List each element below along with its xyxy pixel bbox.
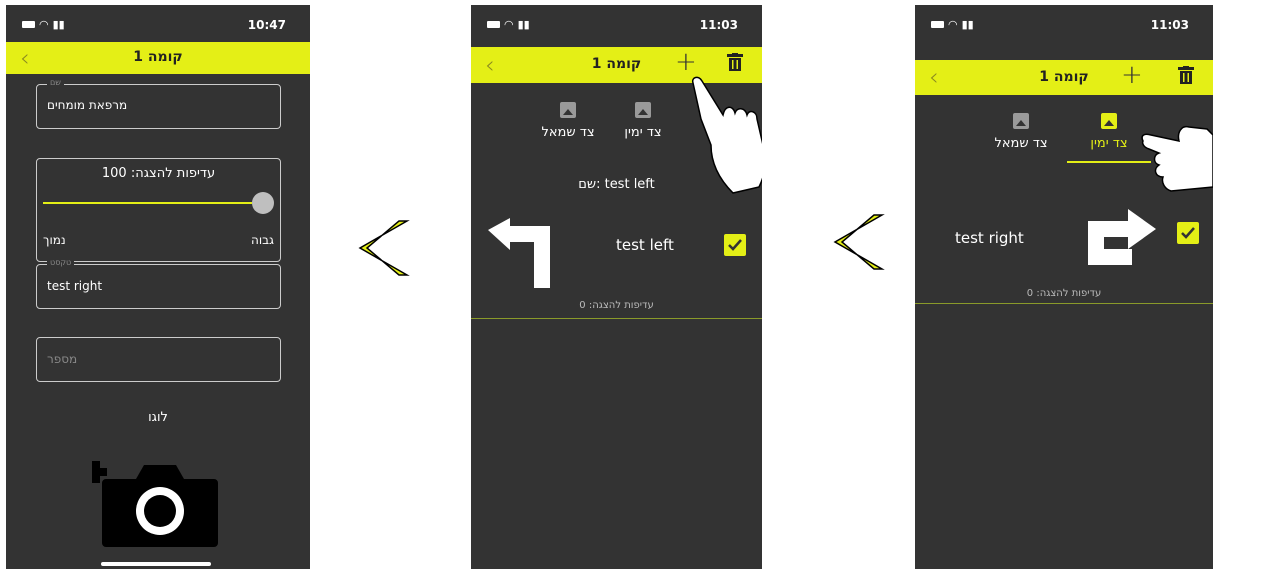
tab-left-side[interactable]: צד שמאל xyxy=(981,113,1061,151)
add-camera-icon[interactable] xyxy=(92,451,218,547)
page-title: קומה 1 xyxy=(133,49,183,65)
text-field[interactable]: טקסט test right xyxy=(36,258,281,309)
status-bar: ◠ ▮▮ 10:47 xyxy=(6,5,310,47)
status-icons: ◠ ▮▮ xyxy=(22,19,65,30)
item-checkbox[interactable] xyxy=(1177,222,1199,244)
divider xyxy=(915,303,1213,304)
arrow-u-turn-right-icon xyxy=(1088,209,1156,265)
signal-icon: ▮▮ xyxy=(517,18,530,31)
priority-slider-box: עדיפות להצגה: 100 נמוך גבוה xyxy=(36,158,281,262)
text-field-label: טקסט xyxy=(47,258,75,267)
home-indicator xyxy=(101,562,211,566)
pointing-hand-icon xyxy=(1141,125,1213,192)
slider-high-label: גבוה xyxy=(251,233,274,247)
status-time: 11:03 xyxy=(1150,18,1189,32)
signal-icon: ▮▮ xyxy=(961,18,974,31)
tab-right-side[interactable]: צד ימין xyxy=(1067,113,1151,163)
slider-thumb[interactable] xyxy=(252,192,274,214)
image-icon xyxy=(1101,113,1117,129)
page-title: קומה 1 xyxy=(591,56,642,72)
item-text: test right xyxy=(955,229,1024,247)
trash-icon[interactable] xyxy=(1178,66,1194,84)
image-icon xyxy=(635,102,651,118)
logo-label: לוגו xyxy=(148,410,168,425)
phone-screen-edit-item: ◠ ▮▮ 10:47 ‹ קומה 1 שם מרפאת מומחים עדיפ… xyxy=(6,5,310,569)
status-time: 10:47 xyxy=(247,18,286,32)
name-field[interactable]: שם מרפאת מומחים xyxy=(36,78,281,129)
plus-icon[interactable]: + xyxy=(675,47,697,77)
slider-low-label: נמוך xyxy=(43,233,66,247)
priority-slider-title: עדיפות להצגה: 100 xyxy=(101,166,216,181)
signal-icon: ▮▮ xyxy=(52,18,65,31)
page-title: קומה 1 xyxy=(1039,69,1089,85)
tab-right-side-label: צד ימין xyxy=(1090,136,1128,151)
active-tab-indicator xyxy=(1067,161,1151,163)
priority-text: עדיפות להצגה: 0 xyxy=(1026,288,1102,299)
phone-screen-left-side: ◠ ▮▮ 11:03 ‹ קומה 1 + צד ימין צד שמאל שם… xyxy=(471,5,762,569)
number-field[interactable]: מספר xyxy=(36,337,281,382)
slider-track[interactable] xyxy=(43,202,252,204)
navbar: ‹ קומה 1 + xyxy=(915,60,1213,95)
tab-left-side-label: צד שמאל xyxy=(541,125,595,140)
item-checkbox[interactable] xyxy=(724,234,746,256)
checkmark-icon xyxy=(728,239,742,251)
arrow-turn-left-icon xyxy=(488,218,550,288)
wifi-icon: ◠ xyxy=(504,18,514,31)
phone-screen-right-side: ◠ ▮▮ 11:03 ‹ קומה 1 + צד ימין צד שמאל te… xyxy=(915,5,1213,569)
status-time: 11:03 xyxy=(699,18,738,32)
item-text: test left xyxy=(616,236,674,254)
battery-icon xyxy=(487,21,500,28)
tab-left-side-label: צד שמאל xyxy=(994,136,1048,151)
checkmark-icon xyxy=(1181,227,1195,239)
plus-icon[interactable]: + xyxy=(1121,60,1143,90)
image-icon xyxy=(1013,113,1029,129)
tab-right-side-label: צד ימין xyxy=(624,125,662,140)
priority-text: עדיפות להצגה: 0 xyxy=(579,300,654,311)
status-bar: ◠ ▮▮ 11:03 xyxy=(471,5,762,47)
wifi-icon: ◠ xyxy=(39,18,49,31)
number-field-placeholder: מספר xyxy=(47,352,78,366)
status-icons: ◠ ▮▮ xyxy=(487,19,530,30)
big-chevron-left-icon xyxy=(358,220,410,276)
image-icon xyxy=(560,102,576,118)
trash-icon[interactable] xyxy=(727,53,743,71)
status-bar: ◠ ▮▮ 11:03 xyxy=(915,5,1213,47)
name-field-label: שם xyxy=(47,78,64,87)
wifi-icon: ◠ xyxy=(948,18,958,31)
big-chevron-left-icon xyxy=(833,214,885,270)
navbar: ‹ קומה 1 xyxy=(6,42,310,74)
tab-right-side[interactable]: צד ימין xyxy=(603,102,683,140)
battery-icon xyxy=(931,21,944,28)
pointing-hand-icon xyxy=(691,76,762,194)
battery-icon xyxy=(22,21,35,28)
status-icons: ◠ ▮▮ xyxy=(931,19,974,30)
divider xyxy=(471,318,762,319)
name-field-value: מרפאת מומחים xyxy=(47,98,128,112)
tab-left-side[interactable]: צד שמאל xyxy=(528,102,608,140)
text-field-value: test right xyxy=(47,279,103,293)
